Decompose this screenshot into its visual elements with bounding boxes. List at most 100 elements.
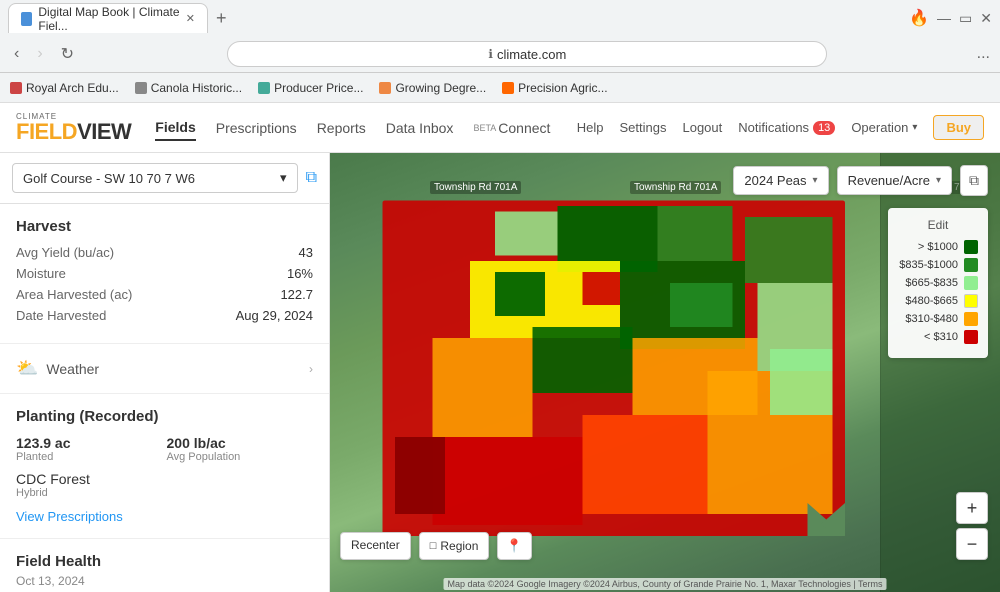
map-attribution: Map data ©2024 Google Imagery ©2024 Airb…: [444, 578, 887, 590]
app-header-left: CLIMATE FIELDVIEW Fields Prescriptions R…: [16, 113, 550, 143]
planting-area-value: 123.9 ac: [16, 435, 163, 451]
legend-swatch-2: [964, 276, 978, 290]
planting-population: 200 lb/ac Avg Population: [167, 435, 314, 463]
tab-close-icon[interactable]: ✕: [186, 12, 195, 25]
hybrid-type: Hybrid: [16, 487, 313, 499]
crop-year-chevron-icon: ▾: [813, 175, 818, 186]
legend-label-3: $480-$665: [905, 295, 958, 307]
nav-data-inbox[interactable]: Data Inbox: [386, 116, 454, 140]
region-label: Region: [440, 539, 478, 553]
region-square-icon: □: [430, 540, 437, 552]
layer-dropdown[interactable]: Revenue/Acre ▾: [837, 166, 952, 195]
logo-fieldview-text: FIELDVIEW: [16, 121, 131, 143]
map-legend: Edit > $1000 $835-$1000 $665-$835 $480-$…: [888, 208, 988, 358]
zoom-out-button[interactable]: −: [956, 528, 988, 560]
field-health-title: Field Health: [16, 553, 313, 570]
layer-chevron-icon: ▾: [936, 175, 941, 186]
map-controls-top: 2024 Peas ▾ Revenue/Acre ▾ ⧉: [733, 165, 988, 196]
url-text: climate.com: [497, 47, 566, 62]
restore-icon[interactable]: ▭: [959, 10, 972, 27]
avg-yield-value: 43: [299, 245, 313, 260]
settings-link[interactable]: Settings: [620, 120, 667, 135]
legend-item-2: $665-$835: [898, 276, 978, 290]
zoom-in-button[interactable]: +: [956, 492, 988, 524]
bookmark-favicon-1: [10, 82, 22, 94]
legend-swatch-0: [964, 240, 978, 254]
bookmark-canola[interactable]: Canola Historic...: [135, 81, 242, 95]
planting-section: Planting (Recorded) 123.9 ac Planted 200…: [0, 394, 329, 539]
split-view-icon: ⧉: [969, 172, 979, 189]
nav-reports[interactable]: Reports: [317, 116, 366, 140]
field-dropdown[interactable]: Golf Course - SW 10 70 7 W6 ▾: [12, 163, 298, 193]
date-harvested-label: Date Harvested: [16, 308, 106, 323]
avg-yield-label: Avg Yield (bu/ac): [16, 245, 114, 260]
logout-link[interactable]: Logout: [682, 120, 722, 135]
legend-edit-button[interactable]: Edit: [898, 218, 978, 232]
weather-row: ⛅ Weather ›: [16, 358, 313, 379]
address-bar: ‹ › ↻ ℹ climate.com ...: [0, 36, 1000, 72]
legend-item-5: < $310: [898, 330, 978, 344]
bookmark-label-5: Precision Agric...: [518, 81, 607, 95]
bookmark-producer[interactable]: Producer Price...: [258, 81, 363, 95]
active-tab[interactable]: Digital Map Book | Climate Fiel... ✕: [8, 3, 208, 33]
planting-area: 123.9 ac Planted: [16, 435, 163, 463]
field-edit-icon[interactable]: ⧉: [306, 169, 317, 187]
harvest-section: Harvest Avg Yield (bu/ac) 43 Moisture 16…: [0, 204, 329, 344]
url-bar[interactable]: ℹ climate.com: [227, 41, 827, 67]
nav-prescriptions[interactable]: Prescriptions: [216, 116, 297, 140]
map-bottom-bar: Recenter □ Region 📍: [340, 532, 532, 560]
bookmark-royal-arch[interactable]: Royal Arch Edu...: [10, 81, 119, 95]
forward-button[interactable]: ›: [33, 43, 46, 65]
recenter-button[interactable]: Recenter: [340, 532, 411, 560]
weather-section[interactable]: ⛅ Weather ›: [0, 344, 329, 394]
bookmark-precision[interactable]: Precision Agric...: [502, 81, 607, 95]
view-prescriptions-link[interactable]: View Prescriptions: [16, 509, 313, 524]
date-harvested-row: Date Harvested Aug 29, 2024: [16, 308, 313, 323]
notifications-button[interactable]: Notifications 13: [738, 120, 835, 135]
legend-label-5: < $310: [924, 331, 958, 343]
legend-item-1: $835-$1000: [898, 258, 978, 272]
new-tab-button[interactable]: +: [212, 8, 231, 29]
bookmark-label-4: Growing Degre...: [395, 81, 486, 95]
notifications-badge: 13: [813, 121, 835, 135]
sidebar-scroll: Harvest Avg Yield (bu/ac) 43 Moisture 16…: [0, 204, 329, 592]
moisture-value: 16%: [287, 266, 313, 281]
bookmark-favicon-5: [502, 82, 514, 94]
road-label-2: Township Rd 701A: [630, 181, 721, 194]
field-health-date: Oct 13, 2024: [16, 574, 313, 588]
bookmark-favicon-3: [258, 82, 270, 94]
planting-area-label: Planted: [16, 451, 163, 463]
reload-button[interactable]: ↻: [57, 42, 78, 66]
pin-button[interactable]: 📍: [497, 532, 531, 560]
weather-chevron-icon: ›: [309, 362, 313, 376]
bookmark-growing[interactable]: Growing Degre...: [379, 81, 486, 95]
harvest-title: Harvest: [16, 218, 313, 235]
region-button[interactable]: □ Region: [419, 532, 490, 560]
avg-yield-row: Avg Yield (bu/ac) 43: [16, 245, 313, 260]
bookmark-label-1: Royal Arch Edu...: [26, 81, 119, 95]
legend-item-0: > $1000: [898, 240, 978, 254]
more-options-button[interactable]: ...: [977, 45, 990, 63]
nav-fields[interactable]: Fields: [155, 115, 195, 141]
split-view-button[interactable]: ⧉: [960, 165, 988, 196]
bookmark-favicon-2: [135, 82, 147, 94]
operation-dropdown[interactable]: Operation ▾: [851, 120, 917, 135]
crop-year-dropdown[interactable]: 2024 Peas ▾: [733, 166, 828, 195]
legend-label-2: $665-$835: [905, 277, 958, 289]
date-harvested-value: Aug 29, 2024: [236, 308, 313, 323]
bookmarks-bar: Royal Arch Edu... Canola Historic... Pro…: [0, 73, 1000, 103]
back-button[interactable]: ‹: [10, 43, 23, 65]
weather-left: ⛅ Weather: [16, 358, 99, 379]
legend-swatch-1: [964, 258, 978, 272]
area-harvested-label: Area Harvested (ac): [16, 287, 132, 302]
help-link[interactable]: Help: [577, 120, 604, 135]
nav-connect[interactable]: BETA Connect: [473, 116, 550, 140]
weather-cloud-icon: ⛅: [16, 358, 38, 379]
minimize-icon[interactable]: —: [937, 10, 951, 26]
legend-label-0: > $1000: [918, 241, 958, 253]
area-harvested-value: 122.7: [280, 287, 313, 302]
buy-button[interactable]: Buy: [933, 115, 984, 140]
planting-population-value: 200 lb/ac: [167, 435, 314, 451]
sidebar: Golf Course - SW 10 70 7 W6 ▾ ⧉ Harvest …: [0, 153, 330, 592]
close-window-icon[interactable]: ✕: [980, 10, 992, 27]
